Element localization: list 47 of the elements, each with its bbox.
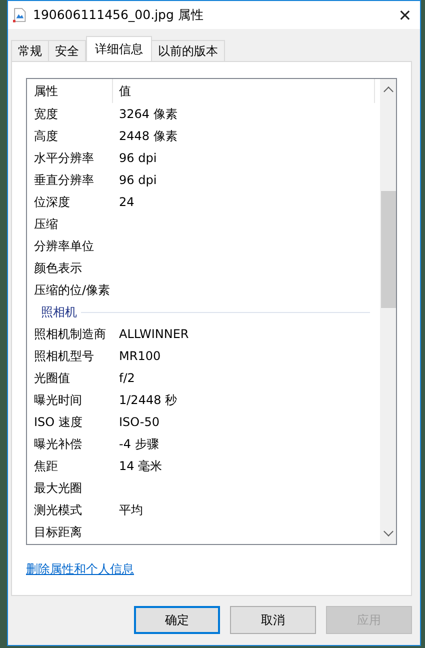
property-name: 水平分辨率 (34, 150, 95, 166)
scroll-thumb[interactable] (380, 191, 396, 308)
property-value: 96 dpi (119, 173, 157, 187)
property-value: 14 毫米 (119, 458, 162, 474)
property-name: 光圈值 (34, 370, 71, 386)
group-header: 照相机 (41, 304, 77, 320)
property-value: f/2 (119, 371, 135, 385)
property-name: 压缩 (34, 216, 59, 232)
dialog-button[interactable]: 确定 (134, 606, 220, 634)
property-name: 高度 (34, 128, 59, 144)
property-value: -4 步骤 (119, 436, 159, 452)
close-button[interactable]: ✕ (390, 1, 420, 29)
property-name: 照相机型号 (34, 348, 95, 364)
tab[interactable]: 安全 (49, 40, 86, 61)
property-name: 分辨率单位 (34, 238, 95, 254)
property-value: MR100 (119, 349, 161, 363)
property-name: 压缩的位/像素 (34, 282, 112, 298)
property-name: 焦距 (34, 458, 59, 474)
window-title: 190606111456_00.jpg 属性 (33, 6, 205, 24)
property-name: 垂直分辨率 (34, 172, 95, 188)
property-value: 96 dpi (119, 151, 157, 165)
property-name: 宽度 (34, 106, 59, 122)
property-name: 曝光补偿 (34, 436, 83, 452)
property-value: 1/2448 秒 (119, 392, 178, 408)
property-value: ISO-50 (119, 415, 160, 429)
tab[interactable]: 详细信息 (86, 36, 152, 61)
scrollbar[interactable] (380, 79, 396, 544)
tab[interactable]: 以前的版本 (152, 40, 225, 61)
property-value: ALLWINNER (119, 327, 189, 341)
dialog-button[interactable]: 取消 (230, 606, 316, 634)
property-name: ISO 速度 (34, 414, 84, 430)
property-name: 照相机制造商 (34, 326, 107, 342)
property-name: 曝光时间 (34, 392, 83, 408)
image-file-icon (13, 7, 26, 23)
column-header[interactable]: 值 (113, 79, 375, 103)
property-name: 位深度 (34, 194, 71, 210)
property-name: 最大光圈 (34, 480, 83, 496)
column-header[interactable]: 属性 (34, 79, 113, 103)
property-value: 3264 像素 (119, 106, 178, 122)
property-name: 目标距离 (34, 524, 83, 540)
property-name: 颜色表示 (34, 260, 83, 276)
remove-properties-link[interactable]: 删除属性和个人信息 (26, 561, 134, 578)
property-name: 测光模式 (34, 502, 83, 518)
property-value: 2448 像素 (119, 128, 178, 144)
property-value: 平均 (119, 502, 143, 518)
tab[interactable]: 常规 (11, 40, 49, 61)
property-value: 24 (119, 195, 134, 209)
